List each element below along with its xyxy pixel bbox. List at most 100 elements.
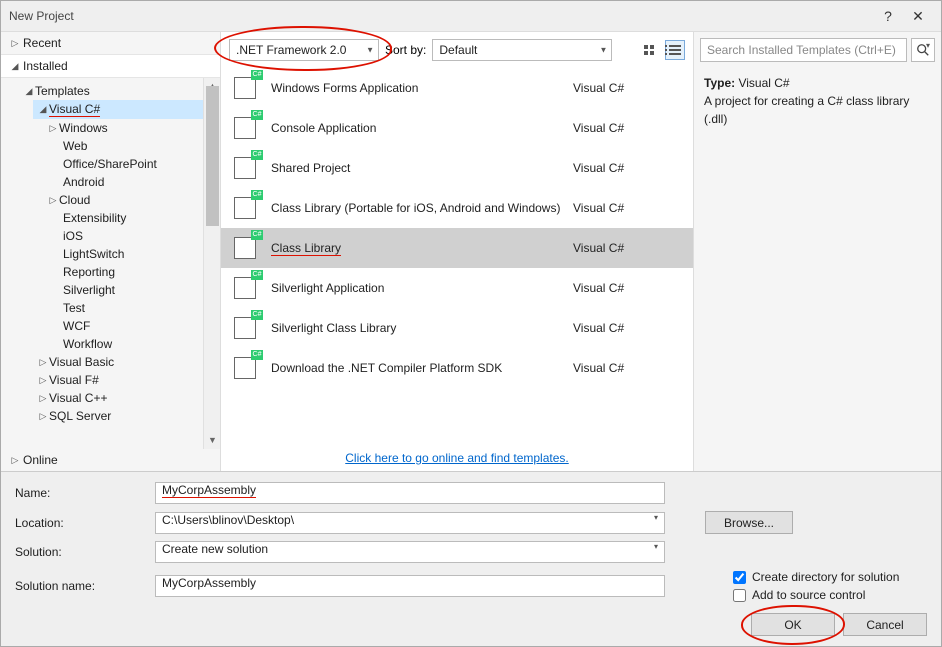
tree-item-visual-basic[interactable]: ▷Visual Basic xyxy=(33,353,220,371)
ok-button[interactable]: OK xyxy=(751,613,835,636)
tree-item-test[interactable]: Test xyxy=(33,299,220,317)
template-row[interactable]: C# Download the .NET Compiler Platform SD… xyxy=(221,348,693,388)
solution-name-input[interactable]: MyCorpAssembly xyxy=(155,575,665,597)
solution-name-value: MyCorpAssembly xyxy=(162,576,256,590)
template-row[interactable]: C#Class LibraryVisual C# xyxy=(221,228,693,268)
scroll-down-icon[interactable]: ▼ xyxy=(204,432,220,449)
solution-dropdown[interactable]: Create new solution▾ xyxy=(155,541,665,563)
template-row[interactable]: C#Silverlight Class LibraryVisual C# xyxy=(221,308,693,348)
help-button[interactable]: ? xyxy=(873,8,903,24)
search-wrap: Search Installed Templates (Ctrl+E) ▾ xyxy=(700,38,935,62)
right-panel: Search Installed Templates (Ctrl+E) ▾ Ty… xyxy=(694,32,941,471)
tree-item-visual-f-[interactable]: ▷Visual F# xyxy=(33,371,220,389)
location-value: C:\Users\blinov\Desktop\ xyxy=(162,513,294,527)
section-recent[interactable]: ▷Recent xyxy=(1,32,220,54)
close-button[interactable]: ✕ xyxy=(903,8,933,25)
framework-dropdown[interactable]: .NET Framework 2.0 ▼ xyxy=(229,39,379,61)
chevron-right-icon: ▷ xyxy=(39,375,47,386)
browse-button[interactable]: Browse... xyxy=(705,511,793,534)
section-online[interactable]: ▷ Online xyxy=(1,449,220,471)
tree-item-lightswitch[interactable]: LightSwitch xyxy=(33,245,220,263)
dialog-buttons: OK Cancel xyxy=(15,613,927,636)
template-icon: C# xyxy=(231,274,259,302)
tree-item-office-sharepoint[interactable]: Office/SharePoint xyxy=(33,155,220,173)
section-installed[interactable]: ◢Installed xyxy=(1,54,220,78)
template-icon: C# xyxy=(231,74,259,102)
template-name: Windows Forms Application xyxy=(271,81,561,95)
online-templates-link[interactable]: Click here to go online and find templat… xyxy=(221,445,693,471)
tree-item-windows[interactable]: ▷Windows xyxy=(33,119,220,137)
add-scm-checkbox[interactable] xyxy=(733,589,746,602)
tree-item-web[interactable]: Web xyxy=(33,137,220,155)
tree-visual-csharp[interactable]: ◢Visual C# xyxy=(33,100,220,119)
search-button[interactable]: ▾ xyxy=(911,38,935,62)
solution-label: Solution: xyxy=(15,545,145,559)
chevron-right-icon: ▷ xyxy=(39,357,47,368)
template-name: Download the .NET Compiler Platform SDK xyxy=(271,361,561,375)
templates-label: Templates xyxy=(35,84,90,98)
tree-item-workflow[interactable]: Workflow xyxy=(33,335,220,353)
template-icon: C# xyxy=(231,154,259,182)
name-label: Name: xyxy=(15,486,145,500)
chevron-down-icon: ▼ xyxy=(599,46,607,55)
chevron-down-icon: ▾ xyxy=(654,513,658,522)
row-name: Name: MyCorpAssembly xyxy=(15,482,927,504)
left-scrollbar[interactable]: ▲ ▼ xyxy=(203,78,220,449)
chevron-down-icon: ◢ xyxy=(11,61,19,72)
tree-item-android[interactable]: Android xyxy=(33,173,220,191)
template-row[interactable]: C#Class Library (Portable for iOS, Andro… xyxy=(221,188,693,228)
template-lang: Visual C# xyxy=(573,241,683,255)
chevron-right-icon: ▷ xyxy=(49,195,57,206)
tree-item-silverlight[interactable]: Silverlight xyxy=(33,281,220,299)
template-row[interactable]: C#Windows Forms ApplicationVisual C# xyxy=(221,68,693,108)
window-title: New Project xyxy=(9,9,873,23)
template-row[interactable]: C#Console ApplicationVisual C# xyxy=(221,108,693,148)
template-row[interactable]: C#Silverlight ApplicationVisual C# xyxy=(221,268,693,308)
tree-item-extensibility[interactable]: Extensibility xyxy=(33,209,220,227)
description: A project for creating a C# class librar… xyxy=(704,94,909,126)
location-label: Location: xyxy=(15,516,145,530)
sortby-dropdown[interactable]: Default ▼ xyxy=(432,39,612,61)
template-name: Silverlight Class Library xyxy=(271,321,561,335)
main-area: ▷Recent ◢Installed ◢Templates ◢Visual C#… xyxy=(1,31,941,471)
template-lang: Visual C# xyxy=(573,161,683,175)
solution-name-label: Solution name: xyxy=(15,579,145,593)
sortby-value: Default xyxy=(439,43,477,57)
scroll-thumb[interactable] xyxy=(206,86,219,226)
solution-value: Create new solution xyxy=(162,542,268,556)
check-add-scm[interactable]: Add to source control xyxy=(733,588,899,602)
location-input[interactable]: C:\Users\blinov\Desktop\ ▾ xyxy=(155,512,665,534)
ok-wrap: OK xyxy=(751,613,835,636)
tree-scroll: ◢Templates ◢Visual C# ▷WindowsWebOffice/… xyxy=(1,78,220,449)
template-icon: C# xyxy=(231,314,259,342)
template-lang: Visual C# xyxy=(573,281,683,295)
template-lang: Visual C# xyxy=(573,121,683,135)
tree-item-visual-c-[interactable]: ▷Visual C++ xyxy=(33,389,220,407)
chevron-right-icon: ▷ xyxy=(11,455,19,466)
type-label: Type: xyxy=(704,76,735,90)
search-input[interactable]: Search Installed Templates (Ctrl+E) xyxy=(700,38,907,62)
template-name: Class Library xyxy=(271,241,561,256)
tree-item-wcf[interactable]: WCF xyxy=(33,317,220,335)
chevron-right-icon: ▷ xyxy=(11,38,19,49)
check-create-dir[interactable]: Create directory for solution xyxy=(733,570,899,584)
name-input[interactable]: MyCorpAssembly xyxy=(155,482,665,504)
left-panel: ▷Recent ◢Installed ◢Templates ◢Visual C#… xyxy=(1,32,220,471)
template-icon: C# xyxy=(231,194,259,222)
grid-icon xyxy=(644,45,654,55)
online-label: Online xyxy=(23,453,58,467)
chevron-right-icon: ▷ xyxy=(39,411,47,422)
template-icon: C# xyxy=(231,354,259,382)
tree-item-sql-server[interactable]: ▷SQL Server xyxy=(33,407,220,425)
tree-templates[interactable]: ◢Templates xyxy=(19,82,220,100)
create-dir-checkbox[interactable] xyxy=(733,571,746,584)
tree-item-reporting[interactable]: Reporting xyxy=(33,263,220,281)
cancel-button[interactable]: Cancel xyxy=(843,613,927,636)
view-list-button[interactable] xyxy=(665,40,685,60)
template-row[interactable]: C#Shared ProjectVisual C# xyxy=(221,148,693,188)
view-grid-button[interactable] xyxy=(639,40,659,60)
tree-item-ios[interactable]: iOS xyxy=(33,227,220,245)
type-value: Visual C# xyxy=(738,76,789,90)
tree-item-cloud[interactable]: ▷Cloud xyxy=(33,191,220,209)
template-lang: Visual C# xyxy=(573,361,683,375)
